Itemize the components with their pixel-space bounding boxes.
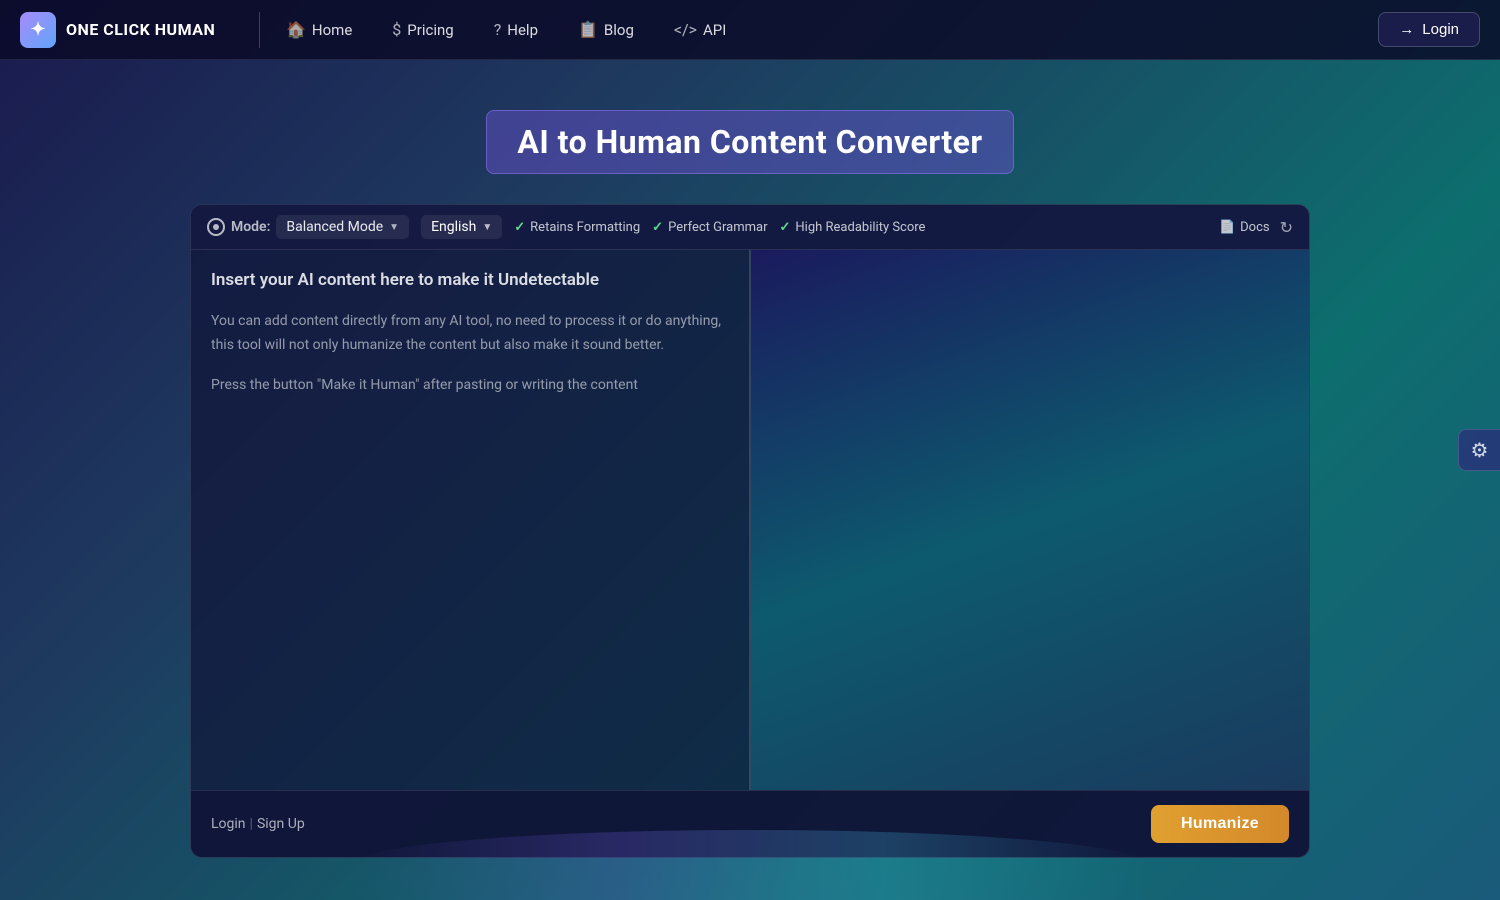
mode-value: Balanced Mode: [286, 219, 383, 235]
nav-home-label: Home: [312, 21, 352, 39]
nav-blog[interactable]: 📋 Blog: [562, 12, 650, 47]
api-icon: </>: [674, 20, 697, 39]
login-button[interactable]: → Login: [1378, 12, 1480, 47]
main-content: AI to Human Content Converter Mode: Bala…: [0, 60, 1500, 900]
settings-gear-button[interactable]: ⚙: [1458, 429, 1500, 471]
language-value: English: [431, 219, 476, 235]
docs-label: Docs: [1240, 220, 1269, 235]
nav-help[interactable]: ? Help: [478, 12, 554, 47]
nav-blog-label: Blog: [604, 21, 634, 39]
badge-formatting-label: Retains Formatting: [530, 220, 640, 235]
footer-login-link[interactable]: Login: [211, 816, 246, 832]
badge-formatting: ✓ Retains Formatting: [514, 220, 640, 235]
nav-api-label: API: [703, 21, 726, 39]
badge-grammar: ✓ Perfect Grammar: [652, 220, 767, 235]
badge-readability-label: High Readability Score: [795, 220, 925, 235]
docs-icon: 📄: [1219, 220, 1235, 235]
input-placeholder-title: Insert your AI content here to make it U…: [211, 270, 729, 290]
check-icon-2: ✓: [652, 220, 663, 235]
mode-label: Mode:: [231, 219, 270, 235]
nav-links: 🏠 Home $ Pricing ? Help 📋 Blog </> API: [270, 12, 1378, 47]
logo-icon: ✦: [20, 12, 56, 48]
toolbar-mode-section: Mode: Balanced Mode ▼: [207, 215, 409, 239]
badge-readability: ✓ High Readability Score: [780, 220, 926, 235]
refresh-button[interactable]: ↻: [1280, 218, 1293, 237]
mode-icon: [207, 218, 225, 236]
humanize-button[interactable]: Humanize: [1151, 805, 1289, 843]
login-arrow-icon: →: [1399, 21, 1414, 38]
nav-pricing-label: Pricing: [407, 21, 453, 39]
nav-pricing[interactable]: $ Pricing: [376, 12, 469, 47]
lang-chevron-icon: ▼: [482, 222, 492, 233]
help-icon: ?: [494, 20, 502, 39]
footer-signup-link[interactable]: Sign Up: [257, 816, 305, 832]
check-icon-1: ✓: [514, 220, 525, 235]
toolbar: Mode: Balanced Mode ▼ English ▼ ✓ Retain…: [191, 205, 1309, 250]
editor-area: Insert your AI content here to make it U…: [191, 250, 1309, 790]
language-dropdown[interactable]: English ▼: [421, 215, 502, 239]
logo-area: ✦ ONE CLICK HUMAN: [20, 12, 260, 48]
docs-button[interactable]: 📄 Docs: [1219, 220, 1270, 235]
input-placeholder-line-2: Press the button "Make it Human" after p…: [211, 374, 729, 398]
input-panel[interactable]: Insert your AI content here to make it U…: [191, 250, 751, 790]
nav-api[interactable]: </> API: [658, 12, 742, 47]
navbar: ✦ ONE CLICK HUMAN 🏠 Home $ Pricing ? Hel…: [0, 0, 1500, 60]
footer-links: Login | Sign Up: [211, 816, 305, 832]
input-placeholder-line-1: You can add content directly from any AI…: [211, 310, 729, 358]
page-title: AI to Human Content Converter: [486, 110, 1013, 174]
mode-chevron-icon: ▼: [389, 222, 399, 233]
pricing-icon: $: [392, 20, 401, 39]
mode-dropdown[interactable]: Balanced Mode ▼: [276, 215, 409, 239]
toolbar-right: 📄 Docs ↻: [1219, 218, 1293, 237]
check-icon-3: ✓: [780, 220, 791, 235]
logo-text: ONE CLICK HUMAN: [66, 20, 215, 39]
nav-home[interactable]: 🏠 Home: [270, 12, 368, 47]
footer-separator: |: [250, 816, 253, 832]
home-icon: 🏠: [286, 20, 306, 39]
badge-grammar-label: Perfect Grammar: [668, 220, 767, 235]
login-label: Login: [1422, 21, 1459, 38]
bottom-strip-decoration: [350, 830, 1150, 900]
gear-icon: ⚙: [1471, 438, 1489, 462]
converter-container: Mode: Balanced Mode ▼ English ▼ ✓ Retain…: [190, 204, 1310, 858]
output-panel: [751, 250, 1309, 790]
nav-help-label: Help: [507, 21, 538, 39]
blog-icon: 📋: [578, 20, 598, 39]
